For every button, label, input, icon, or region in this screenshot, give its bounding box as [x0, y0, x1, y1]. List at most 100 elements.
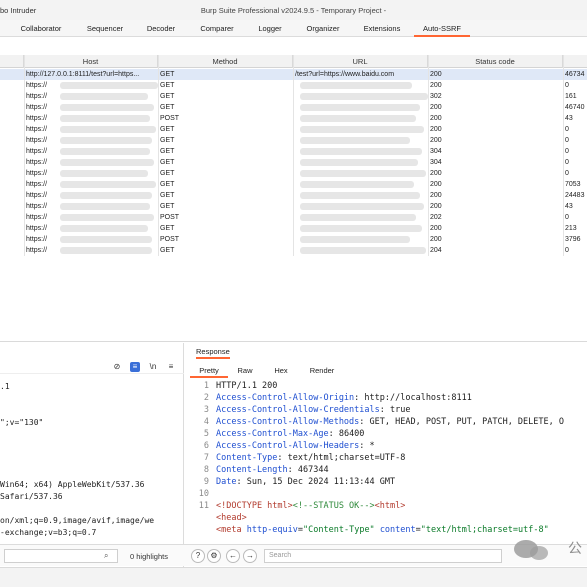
code-token: <!--STATUS OK--> [292, 501, 375, 511]
cell-method: GET [160, 82, 175, 89]
pane-divider[interactable] [0, 341, 587, 342]
eye-off-icon[interactable]: ⊘ [112, 362, 122, 372]
cell-status-code: 302 [430, 93, 442, 100]
help-icon[interactable]: ? [191, 549, 205, 563]
cell-method: GET [160, 93, 175, 100]
line-number: 9 [203, 477, 209, 487]
redacted-block [60, 247, 152, 254]
tab-comparer[interactable]: Comparer [190, 23, 244, 37]
tab-organizer[interactable]: Organizer [298, 23, 348, 37]
cell-status-code: 304 [430, 148, 442, 155]
code-token: : 467344 [287, 465, 329, 475]
column-divider [24, 55, 25, 256]
cell-status-code: 200 [430, 181, 442, 188]
cell-method: GET [160, 126, 175, 133]
column-divider [428, 55, 429, 256]
cell-status-code: 204 [430, 247, 442, 254]
cell-length: 0 [565, 159, 569, 166]
column-header-index[interactable] [0, 55, 24, 68]
tab-sequencer[interactable]: Sequencer [78, 23, 132, 37]
tab-logger[interactable]: Logger [250, 23, 290, 37]
cell-length: 43 [565, 203, 573, 210]
response-view-tabs: Pretty Raw Hex Render [186, 363, 587, 378]
line-content: Access-Control-Max-Age: 86400 [216, 428, 364, 440]
column-header-url[interactable]: URL [293, 55, 428, 68]
cell-url [295, 135, 425, 146]
code-token: <!DOCTYPE html> [216, 501, 293, 511]
code-token: Content-Type [216, 453, 278, 463]
tab-extensions[interactable]: Extensions [356, 23, 408, 37]
tab-render[interactable]: Render [302, 365, 342, 378]
title-bar: bo Intruder Burp Suite Professional v202… [0, 0, 587, 20]
column-header-method[interactable]: Method [158, 55, 293, 68]
tab-decoder[interactable]: Decoder [138, 23, 184, 37]
redacted-block [60, 137, 152, 144]
code-token: : 86400 [328, 429, 365, 439]
bottom-search-bar: ⌕ 0 highlights ? ⚙ ← → Search [0, 544, 587, 566]
line-number: 3 [203, 405, 209, 415]
forward-arrow-icon[interactable]: → [243, 549, 257, 563]
response-search-input[interactable]: Search [264, 549, 502, 563]
cell-url [295, 124, 425, 135]
response-title: Response [196, 347, 230, 359]
gear-icon[interactable]: ⚙ [207, 549, 221, 563]
line-number: 11 [198, 501, 209, 511]
code-token: : Sun, 15 Dec 2024 11:13:44 GMT [236, 477, 396, 487]
cell-url [295, 91, 425, 102]
column-header-length[interactable] [563, 55, 587, 68]
line-content: Access-Control-Allow-Origin: http://loca… [216, 392, 472, 404]
back-arrow-icon[interactable]: ← [226, 549, 240, 563]
search-icon: ⌕ [104, 551, 109, 560]
redacted-block [60, 236, 152, 243]
cell-url [295, 245, 425, 256]
code-token: Access-Control-Allow-Headers [216, 441, 360, 451]
cell-url [295, 102, 425, 113]
redacted-block [60, 225, 148, 232]
code-token: <head> [216, 513, 247, 523]
tab-pretty[interactable]: Pretty [190, 365, 228, 378]
column-header-host[interactable]: Host [24, 55, 158, 68]
cell-length: 0 [565, 82, 569, 89]
line-content: Date: Sun, 15 Dec 2024 11:13:44 GMT [216, 476, 395, 488]
code-token: : GET, HEAD, POST, PUT, PATCH, DELETE, O [359, 417, 564, 427]
line-content: Content-Length: 467344 [216, 464, 329, 476]
cell-length: 3796 [565, 236, 581, 243]
code-token: Access-Control-Allow-Credentials [216, 405, 380, 415]
response-body[interactable]: 1 HTTP/1.1 200 2 Access-Control-Allow-Origi… [186, 380, 587, 540]
cell-url [295, 201, 425, 212]
column-divider [563, 55, 564, 256]
cell-url [295, 168, 425, 179]
cell-url [295, 80, 425, 91]
cell-length: 161 [565, 93, 577, 100]
tab-hex[interactable]: Hex [266, 365, 296, 378]
cell-length: 0 [565, 148, 569, 155]
line-number: 7 [203, 453, 209, 463]
cell-url [295, 223, 425, 234]
cell-length: 0 [565, 137, 569, 144]
tab-collaborator[interactable]: Collaborator [8, 23, 74, 37]
cell-url [295, 157, 425, 168]
line-content: Access-Control-Allow-Credentials: true [216, 404, 410, 416]
cell-method: POST [160, 214, 180, 221]
cell-method: POST [160, 115, 180, 122]
redacted-block [60, 214, 154, 221]
cell-length: 43 [565, 115, 573, 122]
cell-method: GET [160, 71, 175, 78]
wrap-lines-icon[interactable]: ≡ [130, 362, 140, 372]
tab-auto-ssrf[interactable]: Auto-SSRF [414, 23, 470, 37]
cell-url [295, 113, 425, 124]
column-header-status-code[interactable]: Status code [428, 55, 563, 68]
request-line: ";v="130" [0, 418, 44, 427]
code-token: Access-Control-Allow-Origin [216, 393, 355, 403]
request-search-input[interactable] [4, 549, 118, 563]
cell-url [295, 190, 425, 201]
line-content: Content-Type: text/html;charset=UTF-8 [216, 452, 405, 464]
tab-raw[interactable]: Raw [230, 365, 260, 378]
cell-method: GET [160, 192, 175, 199]
newline-icon[interactable]: \n [148, 362, 158, 372]
redacted-block [60, 203, 150, 210]
cell-status-code: 304 [430, 159, 442, 166]
cell-status-code: 200 [430, 71, 442, 78]
cell-status-code: 200 [430, 192, 442, 199]
menu-icon[interactable]: ≡ [166, 362, 176, 372]
